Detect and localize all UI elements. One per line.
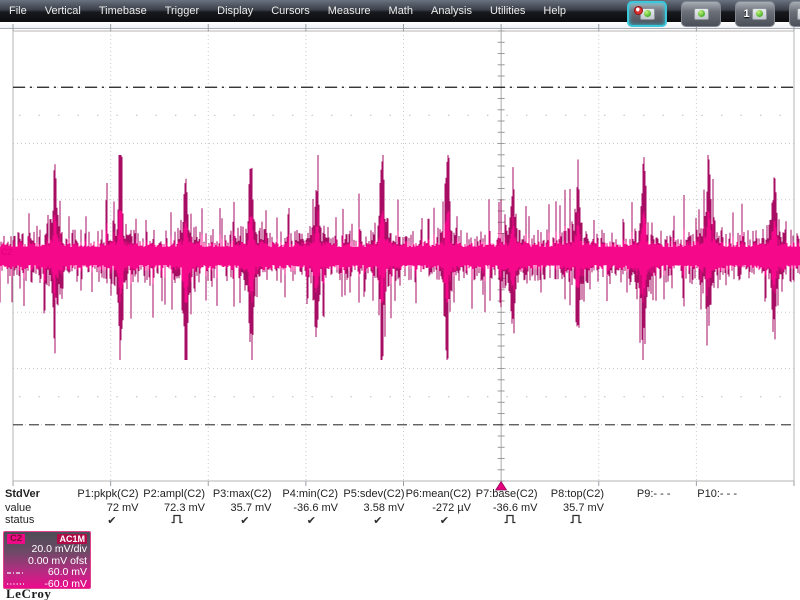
menu-utilities[interactable]: Utilities (481, 0, 534, 22)
param-status-p6: ✔ (405, 514, 472, 527)
status-pulse-icon (504, 514, 516, 524)
menu: FileVerticalTimebaseTriggerDisplayCursor… (0, 0, 575, 22)
param-label-p3[interactable]: P3:max(C2) (205, 488, 272, 500)
display-icon (752, 8, 767, 20)
dash-dot-legend-icon (7, 571, 24, 575)
measurement-panel: StdVer P1:pkpk(C2)P2:ampl(C2)P3:max(C2)P4… (0, 488, 800, 530)
param-value-p1: 72 mV (72, 502, 139, 514)
param-status-p1: ✔ (72, 514, 139, 527)
row-header: StdVer (5, 488, 40, 500)
row-header: status (5, 514, 34, 526)
status-check-icon: ✔ (240, 515, 249, 527)
param-status-p5: ✔ (338, 514, 405, 527)
toolbar-button-display[interactable] (681, 1, 721, 27)
param-label-p7[interactable]: P7:base(C2) (471, 488, 538, 500)
scope-window: FileVerticalTimebaseTriggerDisplayCursor… (0, 0, 800, 600)
menu-file[interactable]: File (0, 0, 36, 22)
param-value-p4: -36.6 mV (272, 502, 339, 514)
param-label-p10[interactable]: P10:- - - (671, 488, 738, 500)
button-badge: 1 (743, 8, 749, 20)
menu-measure[interactable]: Measure (319, 0, 380, 22)
param-label-p1[interactable]: P1:pkpk(C2) (72, 488, 139, 500)
menu-analysis[interactable]: Analysis (422, 0, 481, 22)
param-status-p2 (139, 514, 206, 527)
param-value-p6: -272 µV (405, 502, 472, 514)
status-check-icon: ✔ (440, 515, 449, 527)
volts-per-div: 20.0 mV/div (7, 544, 87, 556)
menu-cursors[interactable]: Cursors (262, 0, 319, 22)
menu-timebase[interactable]: Timebase (90, 0, 156, 22)
display-icon (694, 8, 709, 20)
measurement-row-status: status ✔ ✔ ✔ ✔ ✔ (0, 514, 800, 527)
param-status-p3: ✔ (205, 514, 272, 527)
param-label-p6[interactable]: P6:mean(C2) (405, 488, 472, 500)
status-check-icon: ✔ (373, 515, 382, 527)
param-label-p9[interactable]: P9:- - - (604, 488, 671, 500)
param-value-p5: 3.58 mV (338, 502, 405, 514)
status-pulse-icon (171, 514, 183, 524)
measurement-row-value: value72 mV72.3 mV35.7 mV-36.6 mV3.58 mV-… (0, 502, 800, 515)
alarm-clock-icon (634, 6, 643, 15)
param-status-p8 (538, 514, 605, 527)
param-label-p2[interactable]: P2:ampl(C2) (139, 488, 206, 500)
param-value-p7: -36.6 mV (471, 502, 538, 514)
channel-descriptor-c2[interactable]: C2 AC1M 20.0 mV/div 0.00 mV ofst 60.0 mV… (3, 531, 91, 589)
param-status-p7 (471, 514, 538, 527)
param-value-p8: 35.7 mV (538, 502, 605, 514)
menu-trigger[interactable]: Trigger (156, 0, 208, 22)
toolbar-button-display-1[interactable]: 1 (735, 1, 775, 27)
channel-zero-marker[interactable]: C2 (1, 247, 13, 257)
param-label-p8[interactable]: P8:top(C2) (538, 488, 605, 500)
menu-math[interactable]: Math (380, 0, 422, 22)
status-check-icon: ✔ (107, 515, 116, 527)
toolbar-button-timer[interactable] (627, 1, 667, 27)
menu-bar: FileVerticalTimebaseTriggerDisplayCursor… (0, 0, 800, 22)
param-value-p3: 35.7 mV (205, 502, 272, 514)
toolbar-button-partial[interactable] (789, 1, 800, 27)
param-value-p2: 72.3 mV (139, 502, 206, 514)
menu-display[interactable]: Display (208, 0, 262, 22)
param-label-p4[interactable]: P4:min(C2) (272, 488, 339, 500)
coupling-badge: AC1M (57, 534, 87, 544)
param-status-p4: ✔ (272, 514, 339, 527)
status-pulse-icon (570, 514, 582, 524)
toolbar: 1 (627, 1, 800, 27)
param-label-p5[interactable]: P5:sdev(C2) (338, 488, 405, 500)
menu-help[interactable]: Help (534, 0, 575, 22)
display-icon (797, 8, 800, 20)
row-header: value (5, 502, 31, 514)
channel-badge: C2 (7, 534, 25, 544)
upper-level-label: 60.0 mV (48, 567, 87, 579)
status-check-icon: ✔ (307, 515, 316, 527)
lecroy-logo: LeCroy (6, 586, 51, 600)
measurement-row-stdver: StdVer P1:pkpk(C2)P2:ampl(C2)P3:max(C2)P4… (0, 488, 800, 501)
menu-vertical[interactable]: Vertical (36, 0, 90, 22)
